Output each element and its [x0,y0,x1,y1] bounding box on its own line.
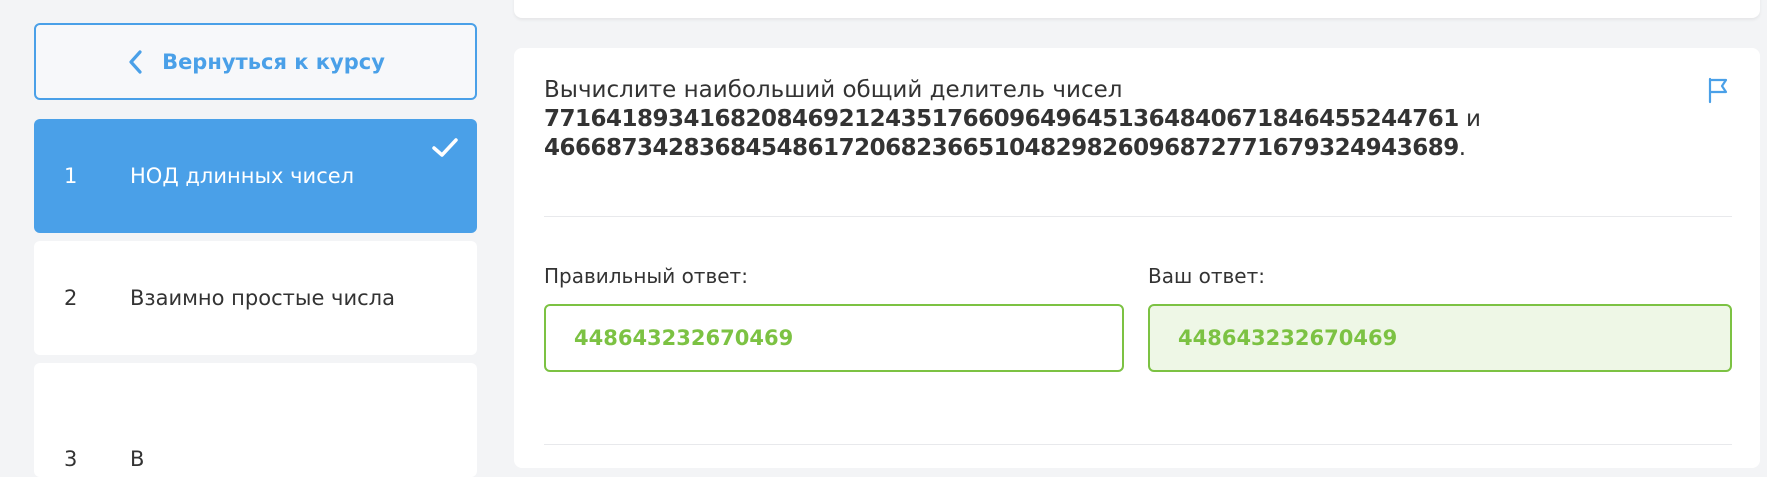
step-number: 1 [64,164,78,188]
step-item-3[interactable]: 3 В [34,363,477,477]
chevron-left-icon [129,49,142,74]
back-to-course-button[interactable]: Вернуться к курсу [34,23,477,100]
user-answer-field: 448643232670469 [1148,304,1732,372]
problem-intro: Вычислите наибольший общий делитель чисе… [544,77,1123,103]
correct-answer-label: Правильный ответ: [544,264,748,288]
step-label: Взаимно простые числа [130,286,395,310]
problem-card: Вычислите наибольший общий делитель чисе… [514,48,1760,468]
sentence-end: . [1458,135,1467,161]
step-label: В [130,447,145,471]
step-number: 2 [64,286,78,310]
conjunction: и [1458,106,1481,132]
user-answer-label: Ваш ответ: [1148,264,1266,288]
number-a: 7716418934168208469212435176609649645136… [544,106,1459,132]
correct-answer-field: 448643232670469 [544,304,1124,372]
step-label: НОД длинных чисел [130,164,355,188]
problem-statement: Вычислите наибольший общий делитель чисе… [544,76,1674,163]
back-button-label: Вернуться к курсу [162,49,385,74]
step-number: 3 [64,447,78,471]
number-b: 4666873428368454861720682366510482982609… [544,135,1459,161]
previous-panel [514,0,1760,18]
step-item-2[interactable]: 2 Взаимно простые числа [34,241,477,355]
step-item-1[interactable]: 1 НОД длинных чисел [34,119,477,233]
divider [544,216,1732,217]
divider [544,444,1732,445]
checkmark-icon [432,138,458,157]
flag-icon[interactable] [1706,76,1732,104]
